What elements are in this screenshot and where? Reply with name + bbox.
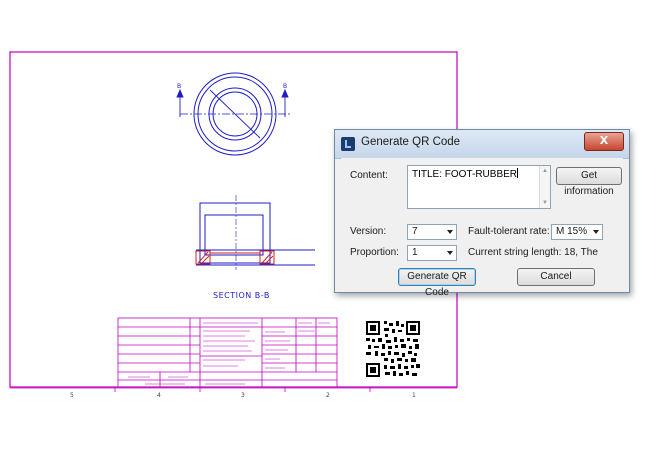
chevron-down-icon [447, 251, 453, 255]
chevron-down-icon [593, 230, 599, 234]
border-number-1: 1 [412, 392, 416, 399]
get-information-button[interactable]: Get information [556, 167, 622, 197]
qr-code [366, 321, 420, 377]
section-hatch [195, 250, 275, 265]
generate-qr-button[interactable]: Generate QR Code [398, 268, 476, 298]
cancel-button[interactable]: Cancel [517, 268, 595, 286]
dialog-body: Content: TITLE: FOOT-RUBBER ▲ ▼ Get info… [341, 158, 623, 298]
proportion-select[interactable]: 1 [407, 245, 457, 261]
section-marker-left: B [177, 83, 181, 90]
title-block [117, 317, 338, 388]
scroll-up-icon[interactable]: ▲ [542, 168, 548, 174]
string-length-text: Current string length: 18, The [468, 247, 598, 258]
fault-tolerant-select[interactable]: M 15% [551, 224, 603, 240]
proportion-label: Proportion: [350, 247, 399, 258]
content-value: TITLE: FOOT-RUBBER [412, 169, 518, 180]
proportion-value: 1 [412, 247, 418, 258]
version-value: 7 [412, 226, 418, 237]
border-number-4: 4 [157, 392, 161, 399]
dialog-title: Generate QR Code [361, 136, 461, 148]
top-view [180, 72, 290, 156]
section-label: SECTION B-B [213, 291, 270, 300]
version-label: Version: [350, 226, 387, 237]
version-select[interactable]: 7 [407, 224, 457, 240]
chevron-down-icon [447, 230, 453, 234]
scroll-down-icon[interactable]: ▼ [542, 200, 548, 206]
section-marker-right: B [283, 83, 287, 90]
title-block-text-strokes [128, 322, 330, 385]
border-number-3: 3 [241, 392, 245, 399]
text-cursor [517, 168, 519, 178]
border-number-2: 2 [326, 392, 330, 399]
close-button[interactable]: X [584, 132, 624, 151]
section-view [196, 195, 315, 270]
fault-tolerant-label: Fault-tolerant rate: [468, 226, 550, 237]
content-scrollbar[interactable]: ▲ ▼ [539, 166, 550, 208]
qr-dialog: Generate QR Code X Content: TITLE: FOOT-… [334, 129, 630, 298]
app-icon [341, 137, 355, 151]
dialog-titlebar[interactable]: Generate QR Code X [335, 130, 629, 159]
border-number-5: 5 [70, 392, 74, 399]
content-textarea[interactable]: TITLE: FOOT-RUBBER ▲ ▼ [407, 165, 551, 209]
fault-tolerant-value: M 15% [556, 226, 588, 237]
content-label: Content: [350, 170, 388, 181]
